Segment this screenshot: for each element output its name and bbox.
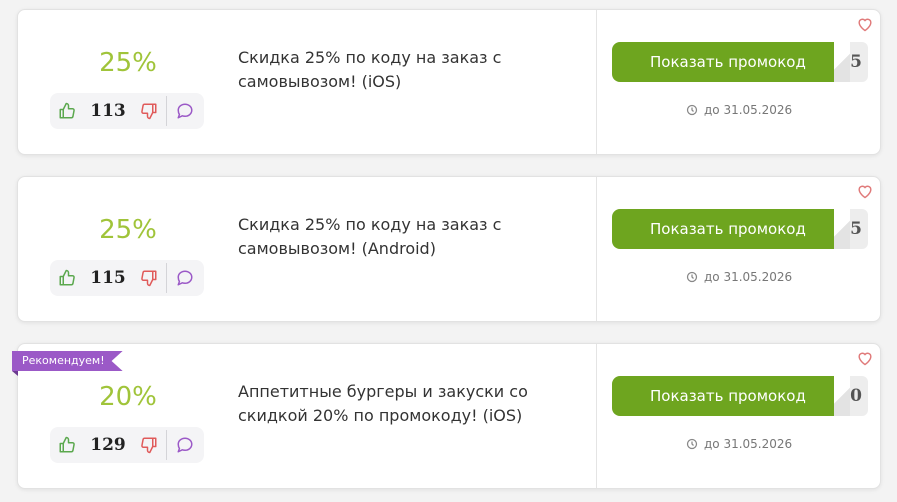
- clock-icon: [686, 271, 698, 283]
- expiry-date: до 31.05.2026: [704, 437, 793, 451]
- comment-button[interactable]: [167, 93, 203, 129]
- comment-button[interactable]: [167, 427, 203, 463]
- dislike-button[interactable]: [132, 93, 166, 129]
- coupon-title[interactable]: Аппетитные бургеры и закуски со скидкой …: [238, 380, 568, 428]
- coupon-card: 25% 115 Скидка 25% по коду на заказ с са…: [17, 176, 881, 322]
- expiry-info: до 31.05.2026: [686, 103, 792, 117]
- dislike-button[interactable]: [132, 260, 166, 296]
- card-divider: [596, 344, 597, 488]
- expiry-date: до 31.05.2026: [704, 270, 793, 284]
- clock-icon: [686, 438, 698, 450]
- card-divider: [596, 10, 597, 154]
- coupon-title[interactable]: Скидка 25% по коду на заказ с самовывозо…: [238, 213, 568, 261]
- thumbs-down-icon: [141, 270, 157, 287]
- comment-icon: [177, 103, 193, 119]
- show-promo-button[interactable]: 5 Показать промокод: [612, 42, 868, 82]
- show-promo-button[interactable]: 5 Показать промокод: [612, 209, 868, 249]
- promo-fold: [834, 42, 850, 82]
- show-promo-label: Показать промокод: [612, 42, 850, 82]
- show-promo-button[interactable]: 0 Показать промокод: [612, 376, 868, 416]
- recommended-badge: Рекомендуем!: [12, 351, 123, 371]
- comment-icon: [177, 437, 193, 453]
- coupon-card: 25% 113 Скидка 25% по коду на заказ с са…: [17, 9, 881, 155]
- heart-icon[interactable]: [856, 350, 874, 366]
- thumbs-down-icon: [141, 437, 157, 454]
- like-button[interactable]: [50, 427, 84, 463]
- comment-icon: [177, 270, 193, 286]
- comment-button[interactable]: [167, 260, 203, 296]
- card-divider: [596, 177, 597, 321]
- coupon-card: Рекомендуем! 20% 129 Аппетитные бургеры …: [12, 343, 881, 489]
- expiry-info: до 31.05.2026: [686, 270, 792, 284]
- discount-value: 25%: [99, 215, 157, 245]
- heart-icon[interactable]: [856, 183, 874, 199]
- vote-panel: 115: [50, 260, 204, 296]
- promo-fold: [834, 376, 850, 416]
- clock-icon: [686, 104, 698, 116]
- discount-value: 25%: [99, 48, 157, 78]
- expiry-date: до 31.05.2026: [704, 103, 793, 117]
- like-count: 115: [90, 268, 126, 288]
- vote-panel: 113: [50, 93, 204, 129]
- expiry-info: до 31.05.2026: [686, 437, 792, 451]
- show-promo-label: Показать промокод: [612, 209, 850, 249]
- discount-value: 20%: [99, 382, 157, 412]
- dislike-button[interactable]: [132, 427, 166, 463]
- like-button[interactable]: [50, 260, 84, 296]
- thumbs-up-icon: [59, 269, 75, 286]
- vote-panel: 129: [50, 427, 204, 463]
- thumbs-up-icon: [59, 102, 75, 119]
- heart-icon[interactable]: [856, 16, 874, 32]
- promo-fold: [834, 209, 850, 249]
- show-promo-label: Показать промокод: [612, 376, 850, 416]
- thumbs-up-icon: [59, 436, 75, 453]
- like-button[interactable]: [50, 93, 84, 129]
- coupon-list: 25% 113 Скидка 25% по коду на заказ с са…: [0, 0, 897, 502]
- like-count: 129: [90, 435, 126, 455]
- badge-tail: [12, 371, 18, 376]
- like-count: 113: [90, 101, 126, 121]
- thumbs-down-icon: [141, 103, 157, 120]
- coupon-title[interactable]: Скидка 25% по коду на заказ с самовывозо…: [238, 46, 568, 94]
